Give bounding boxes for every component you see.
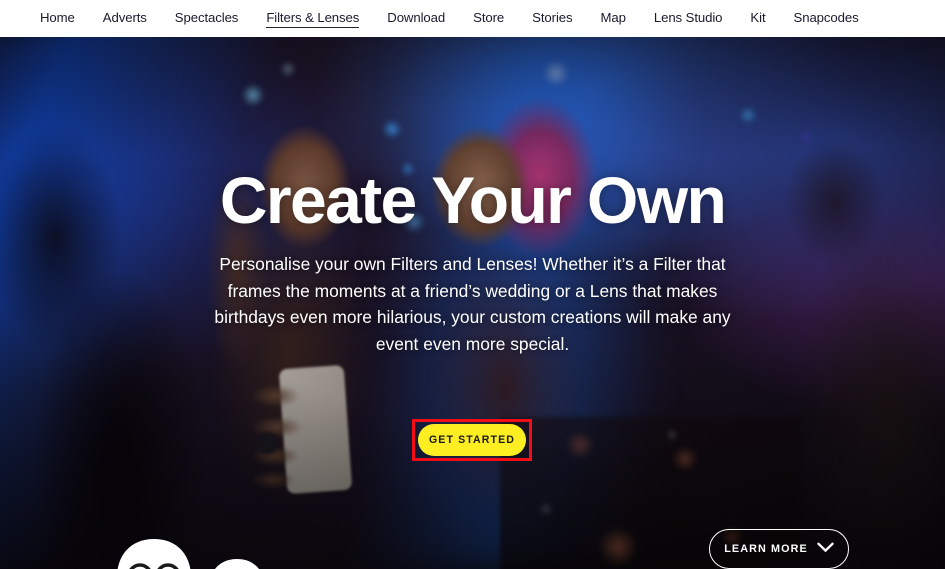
nav-item-kit[interactable]: Kit [750, 10, 765, 28]
hero-section: Create Your Own Personalise your own Fil… [0, 37, 945, 569]
top-navigation-bar: Home Adverts Spectacles Filters & Lenses… [0, 0, 945, 37]
nav-item-spectacles[interactable]: Spectacles [175, 10, 239, 28]
snapchat-ghost-waving [106, 537, 202, 569]
nav-item-filters-and-lenses[interactable]: Filters & Lenses [266, 10, 359, 28]
learn-more-label: LEARN MORE [724, 543, 808, 555]
page-title: Create Your Own [219, 163, 727, 237]
learn-more-button[interactable]: LEARN MORE [709, 529, 849, 569]
hero-copy-block: Create Your Own Personalise your own Fil… [0, 37, 945, 357]
nav-item-home[interactable]: Home [40, 10, 75, 28]
chevron-down-icon [817, 540, 834, 558]
nav-item-download[interactable]: Download [387, 10, 445, 28]
hero-subtitle: Personalise your own Filters and Lenses!… [214, 254, 731, 354]
nav-item-lens-studio[interactable]: Lens Studio [654, 10, 723, 28]
nav-item-stories[interactable]: Stories [532, 10, 572, 28]
nav-item-map[interactable]: Map [601, 10, 626, 28]
nav-item-snapcodes[interactable]: Snapcodes [794, 10, 859, 28]
nav-item-store[interactable]: Store [473, 10, 504, 28]
snapchat-ghost-smiling [203, 557, 271, 569]
nav-item-adverts[interactable]: Adverts [103, 10, 147, 28]
get-started-button[interactable]: GET STARTED [418, 424, 526, 456]
